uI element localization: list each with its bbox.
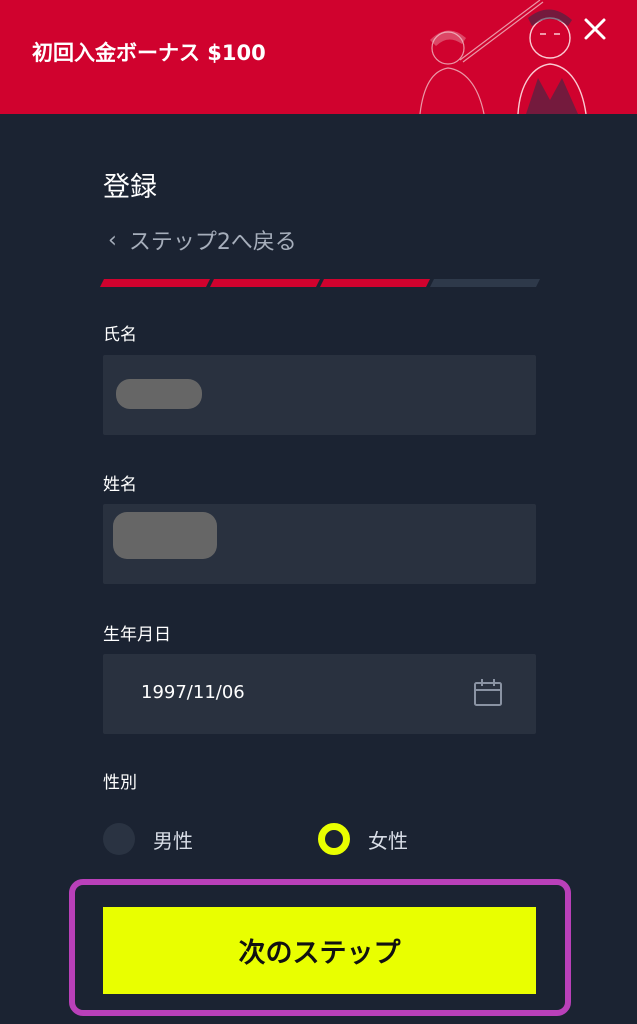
progress-segment-4 <box>430 279 540 287</box>
radio-selected[interactable] <box>318 823 350 855</box>
gender-option-label: 男性 <box>153 828 193 853</box>
progress-segment-3 <box>320 279 430 287</box>
athletes-illustration <box>419 0 587 114</box>
next-step-button[interactable]: 次のステップ <box>103 907 536 994</box>
given-name-label: 姓名 <box>103 475 137 495</box>
step-progress-bar <box>100 279 540 287</box>
progress-segment-1 <box>100 279 210 287</box>
back-to-step-2-link[interactable]: ‹ ステップ2へ戻る <box>108 224 297 256</box>
progress-segment-2 <box>210 279 320 287</box>
calendar-icon[interactable] <box>473 678 503 708</box>
birthdate-input[interactable]: 1997/11/06 <box>103 654 536 734</box>
page-title: 登録 <box>103 172 157 203</box>
birthdate-value: 1997/11/06 <box>141 682 245 703</box>
birthdate-label: 生年月日 <box>103 625 171 645</box>
gender-option-label: 女性 <box>368 828 408 853</box>
redacted-value <box>113 512 217 559</box>
radio-unselected[interactable] <box>103 823 135 855</box>
back-link-label: ステップ2へ戻る <box>128 230 297 255</box>
family-name-label: 氏名 <box>103 325 137 345</box>
gender-option-female[interactable]: 女性 <box>318 822 408 856</box>
family-name-input[interactable] <box>103 355 536 435</box>
redacted-value <box>116 379 202 409</box>
gender-option-male[interactable]: 男性 <box>103 822 193 856</box>
banner-title: 初回入金ボーナス $100 <box>32 41 266 65</box>
close-button[interactable] <box>578 12 612 46</box>
chevron-left-icon: ‹ <box>108 227 117 253</box>
close-icon <box>584 18 606 40</box>
gender-label: 性別 <box>103 773 137 793</box>
promo-banner: 初回入金ボーナス $100 <box>0 0 637 114</box>
given-name-input[interactable] <box>103 504 536 584</box>
